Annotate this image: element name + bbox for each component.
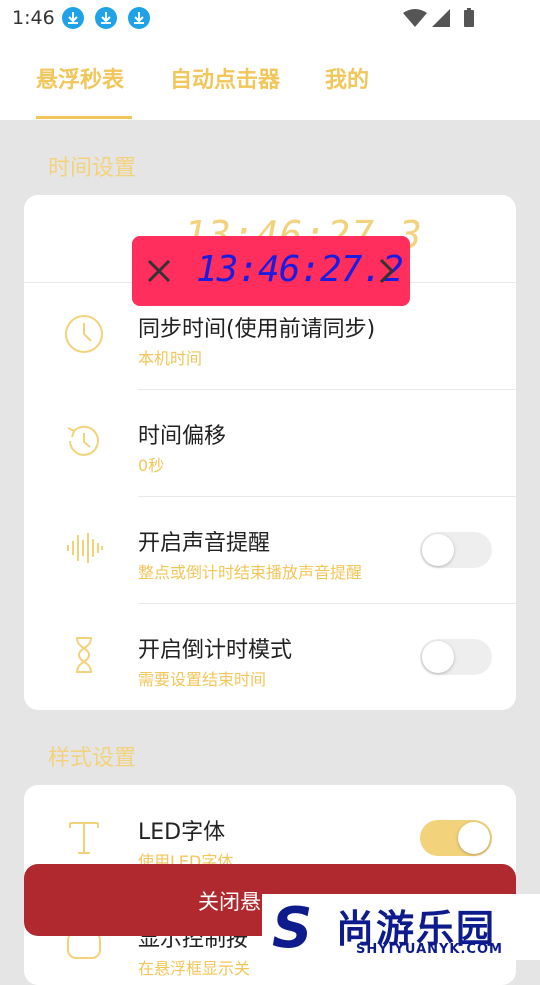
toggle-knob xyxy=(422,641,454,673)
row-title: 开启声音提醒 xyxy=(138,531,271,556)
countdown-toggle[interactable] xyxy=(420,639,492,675)
row-title: LED字体 xyxy=(138,820,226,845)
download-icon xyxy=(62,7,84,29)
sound-wave-icon xyxy=(64,528,104,568)
watermark-logo: S 尚游乐园 SHYIYUANYK.COM xyxy=(262,894,540,961)
chevron-right-icon[interactable] xyxy=(372,256,402,286)
row-subtitle: 本机时间 xyxy=(138,349,203,368)
row-sound-alert[interactable]: 开启声音提醒 整点或倒计时结束播放声音提醒 xyxy=(24,496,516,603)
system-icons xyxy=(402,8,502,34)
row-subtitle: 在悬浮框显示关 xyxy=(138,959,251,978)
row-time-offset[interactable]: 时间偏移 0秒 xyxy=(24,389,516,496)
close-icon[interactable] xyxy=(144,256,174,286)
row-subtitle: 需要设置结束时间 xyxy=(138,670,267,689)
clock-icon xyxy=(64,314,104,354)
text-icon xyxy=(64,817,104,857)
row-countdown-mode[interactable]: 开启倒计时模式 需要设置结束时间 xyxy=(24,603,516,710)
row-subtitle: 整点或倒计时结束播放声音提醒 xyxy=(138,563,363,582)
tab-bar: 悬浮秒表 自动点击器 我的 xyxy=(0,36,540,120)
tab-floating-stopwatch[interactable]: 悬浮秒表 xyxy=(36,62,124,94)
button-label: 关闭悬 xyxy=(198,890,261,914)
watermark-url: SHYIYUANYK.COM xyxy=(356,942,503,957)
sound-alert-toggle[interactable] xyxy=(420,532,492,568)
led-font-toggle[interactable] xyxy=(420,820,492,856)
floating-stopwatch[interactable]: 13:46:27.2 xyxy=(132,236,410,306)
download-icon xyxy=(128,7,150,29)
active-tab-indicator xyxy=(36,116,132,119)
history-icon xyxy=(64,421,104,461)
wifi-icon xyxy=(403,9,427,27)
row-title: 开启倒计时模式 xyxy=(138,638,293,663)
tab-auto-clicker[interactable]: 自动点击器 xyxy=(170,62,280,94)
watermark-letter: S xyxy=(272,896,313,961)
row-title: 同步时间(使用前请同步) xyxy=(138,317,376,342)
download-icon xyxy=(95,7,117,29)
status-bar: 1:46 xyxy=(0,0,540,36)
row-title: 时间偏移 xyxy=(138,424,227,449)
hourglass-icon xyxy=(64,635,104,675)
row-subtitle: 0秒 xyxy=(138,456,165,475)
toggle-knob xyxy=(422,534,454,566)
battery-icon xyxy=(464,10,474,27)
signal-icon xyxy=(432,9,450,27)
section-title-style: 样式设置 xyxy=(48,746,137,771)
status-time: 1:46 xyxy=(12,7,55,29)
toggle-knob xyxy=(458,822,490,854)
tab-mine[interactable]: 我的 xyxy=(325,62,369,94)
section-title-time: 时间设置 xyxy=(48,156,137,181)
